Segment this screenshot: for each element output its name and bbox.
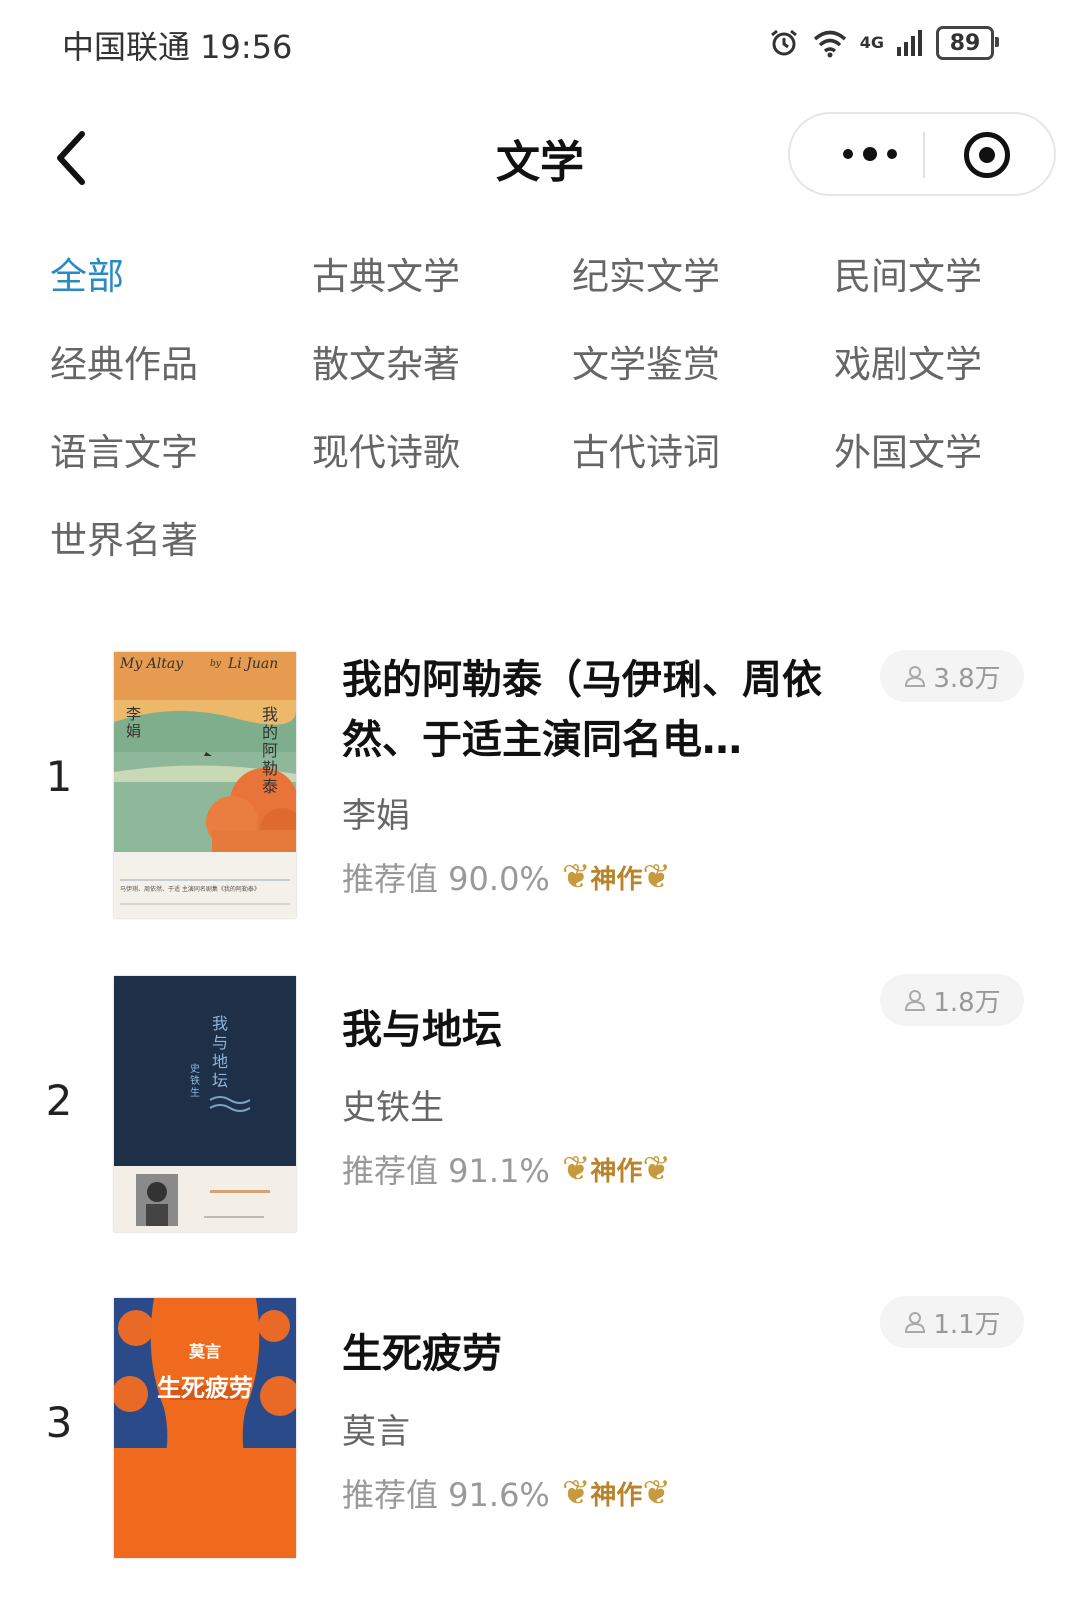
carrier-time: 中国联通 19:56 <box>62 28 293 66</box>
readers-count-pill: 3.8万 <box>880 650 1024 702</box>
rank-number: 1 <box>45 752 73 801</box>
alarm-icon <box>770 29 797 56</box>
readers-count: 1.8万 <box>933 987 1001 1018</box>
network-type: 4G <box>859 33 884 52</box>
badge-label: 神作 <box>590 1480 643 1511</box>
recommend-text: 推荐值 90.0% <box>342 860 550 898</box>
signal-icon <box>897 30 922 56</box>
laurel-right-icon: ❦ <box>642 857 671 897</box>
book-title[interactable]: 我与地坛 <box>342 1000 832 1060</box>
cover-vertical-author: 史铁生 <box>190 1064 200 1099</box>
category-all[interactable]: 全部 <box>50 246 124 300</box>
readers-count: 3.8万 <box>933 663 1001 694</box>
recommend-value: 推荐值 91.6% ❦ 神作 ❦ <box>342 1470 671 1516</box>
readers-count: 1.1万 <box>933 1309 1001 1340</box>
book-title[interactable]: 我的阿勒泰（马伊琍、周依然、于适主演同名电… <box>342 650 832 770</box>
category-essays[interactable]: 散文杂著 <box>312 334 460 388</box>
category-folk[interactable]: 民间文学 <box>834 246 982 300</box>
wifi-icon <box>813 30 846 58</box>
recommend-value: 推荐值 91.1% ❦ 神作 ❦ <box>342 1146 671 1192</box>
laurel-left-icon: ❦ <box>561 857 591 897</box>
book-author: 李娟 <box>342 796 410 836</box>
category-world-classics[interactable]: 世界名著 <box>50 510 198 564</box>
recommend-value: 推荐值 90.0% ❦ 神作 ❦ <box>342 854 671 900</box>
user-icon <box>905 1312 926 1333</box>
capsule-divider <box>923 132 925 178</box>
rank-number: 2 <box>45 1076 73 1125</box>
category-modern-poetry[interactable]: 现代诗歌 <box>312 422 460 476</box>
cover-title: 生死疲劳 <box>157 1373 253 1402</box>
cover-vertical-author: 李娟 <box>126 705 142 740</box>
laurel-left-icon: ❦ <box>561 1473 591 1513</box>
book-cover[interactable]: My Altay by Li Juan 我的阿勒泰 李娟 马伊琍、周依然、于适 … <box>114 652 296 918</box>
cover-english-author: Li Juan <box>228 656 279 672</box>
user-icon <box>905 990 926 1011</box>
user-icon <box>905 666 926 687</box>
miniapp-capsule <box>788 112 1056 196</box>
cover-by: by <box>210 659 221 669</box>
category-classic-works[interactable]: 经典作品 <box>50 334 198 388</box>
cover-english-title: My Altay <box>120 656 184 672</box>
category-appreciation[interactable]: 文学鉴赏 <box>572 334 720 388</box>
cover-art-ditan <box>114 976 296 1232</box>
recommend-text: 推荐值 91.6% <box>342 1476 550 1514</box>
laurel-right-icon: ❦ <box>642 1149 671 1189</box>
rank-number: 3 <box>45 1398 73 1447</box>
book-cover[interactable]: 我与地坛 史铁生 <box>114 976 296 1232</box>
category-drama[interactable]: 戏剧文学 <box>834 334 982 388</box>
category-foreign[interactable]: 外国文学 <box>834 422 982 476</box>
battery-icon: 89 <box>936 26 999 60</box>
category-ancient-poetry[interactable]: 古代诗词 <box>572 422 720 476</box>
recommend-text: 推荐值 91.1% <box>342 1152 550 1190</box>
cover-vertical-title: 我的阿勒泰 <box>262 705 279 796</box>
readers-count-pill: 1.1万 <box>880 1296 1024 1348</box>
more-icon[interactable] <box>830 114 910 194</box>
book-author: 史铁生 <box>342 1088 444 1128</box>
masterpiece-badge: ❦ 神作 ❦ <box>562 1151 671 1188</box>
status-bar: 中国联通 19:56 4G 89 <box>0 0 1080 90</box>
book-cover[interactable]: 莫言 生死疲劳 <box>114 1298 296 1558</box>
masterpiece-badge: ❦ 神作 ❦ <box>562 859 671 896</box>
cover-art-shengsi <box>114 1298 296 1558</box>
cover-footer-text: 马伊琍、周依然、于适 主演同名剧集《我的阿勒泰》 <box>120 886 260 893</box>
cover-author: 莫言 <box>188 1342 221 1361</box>
laurel-left-icon: ❦ <box>561 1149 591 1189</box>
status-icons: 4G 89 <box>768 26 999 60</box>
cover-vertical-title: 我与地坛 <box>212 1014 229 1090</box>
battery-level: 89 <box>949 30 981 56</box>
badge-label: 神作 <box>590 864 643 895</box>
book-author: 莫言 <box>342 1412 410 1452</box>
badge-label: 神作 <box>590 1156 643 1187</box>
category-language[interactable]: 语言文字 <box>50 422 198 476</box>
category-classical[interactable]: 古典文学 <box>312 246 460 300</box>
close-target-icon[interactable] <box>964 132 1010 178</box>
book-title[interactable]: 生死疲劳 <box>342 1324 832 1384</box>
masterpiece-badge: ❦ 神作 ❦ <box>562 1475 671 1512</box>
laurel-right-icon: ❦ <box>642 1473 671 1513</box>
readers-count-pill: 1.8万 <box>880 974 1024 1026</box>
category-documentary[interactable]: 纪实文学 <box>572 246 720 300</box>
